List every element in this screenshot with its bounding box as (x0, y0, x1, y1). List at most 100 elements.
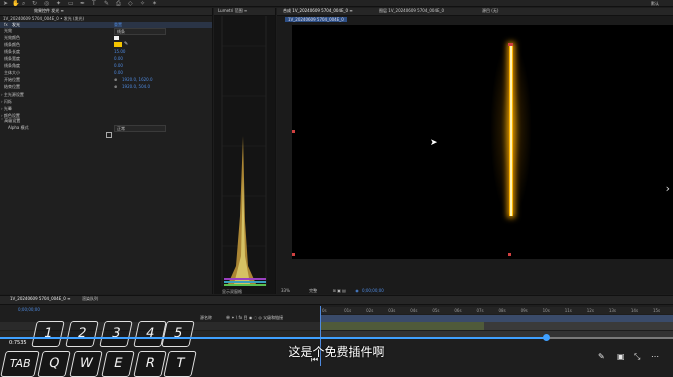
fx-icon[interactable]: fx (4, 22, 8, 27)
layer-bar-1[interactable] (320, 322, 484, 330)
scope-tab[interactable]: Lumetri 范围 ≡ (214, 8, 275, 16)
stamp-tool-icon[interactable]: ⎙ (116, 0, 121, 7)
corner-handle[interactable] (292, 253, 295, 256)
color-checkbox[interactable] (114, 36, 119, 40)
checkbox-row[interactable] (106, 132, 112, 138)
property-row[interactable]: 线条角度 0.00 (4, 63, 123, 69)
mouse-cursor-icon: ➤ (430, 138, 438, 148)
render-queue-tab[interactable]: 渲染队列 (82, 296, 98, 301)
layer-bar-1-tail (484, 322, 673, 330)
property-value[interactable]: 0.00 (114, 63, 123, 68)
group-label: 高级设置 (4, 118, 21, 123)
puppet-tool-icon[interactable]: ✶ (152, 0, 157, 7)
text-tool-icon[interactable]: T (92, 0, 96, 7)
rotate-tool-icon[interactable]: ↻ (32, 0, 37, 7)
zoom-tool-icon[interactable]: ⌕ (22, 0, 25, 7)
alpha-row[interactable]: Alpha 模式 正常 (8, 125, 168, 132)
video-progress-fill (0, 337, 547, 339)
property-row[interactable]: 线条颜色 ✎ (4, 42, 128, 48)
pencil-icon[interactable]: ✎ (598, 353, 605, 361)
property-row[interactable]: 光效 线条 (4, 28, 166, 35)
roto-tool-icon[interactable]: ✧ (140, 0, 145, 7)
quality-dropdown[interactable]: 完整 (309, 288, 317, 293)
property-value[interactable]: 15.00 (114, 49, 125, 54)
ruler-tick-label: 07s (476, 308, 484, 313)
more-icon[interactable]: ⋯ (651, 353, 659, 361)
pen-tool-icon[interactable]: ✒ (80, 0, 85, 7)
reset-button[interactable]: 重置 (114, 22, 122, 27)
brush-tool-icon[interactable]: ✎ (104, 0, 109, 7)
comp-chip[interactable]: 1V_20240609 5704_004E_0 (285, 17, 347, 22)
checkbox[interactable] (106, 132, 112, 138)
light-type-dropdown[interactable]: 线条 (114, 28, 166, 35)
grid-icon[interactable]: ⊞ ▣ ▤ (332, 288, 345, 293)
property-row[interactable]: 线条宽度 0.00 (4, 56, 123, 62)
advanced-settings: ˅ 高级设置 Alpha 模式 正常 (0, 118, 212, 140)
ruler-tick-label: 14s (630, 308, 639, 313)
crosshair-icon[interactable]: ⊕ (114, 77, 117, 82)
selection-tool-icon[interactable]: ➤ (3, 0, 8, 7)
group-row[interactable]: ˅ 高级设置 (1, 118, 20, 124)
workspace-label[interactable]: 默认 (651, 1, 659, 6)
left-handle[interactable] (292, 130, 295, 133)
timeline-tab[interactable]: 1V_20240609 5704_004E_0 ≡ (10, 296, 70, 301)
eraser-tool-icon[interactable]: ◇ (128, 0, 133, 7)
ruler-tick-label: 09s (520, 308, 528, 313)
waveform-scope (221, 16, 267, 286)
property-label: 光效 (4, 28, 12, 33)
property-row[interactable]: 主体大小 0.00 (4, 70, 123, 76)
lumetri-scope-panel: Lumetri 范围 ≡ (214, 8, 276, 294)
source-tab[interactable]: 源目 (无) (482, 8, 498, 13)
chevron-right-icon[interactable]: › (666, 182, 670, 195)
layer-tab[interactable]: 图层 1V_20240609 5704_004E_0 (379, 8, 444, 13)
composition-tab[interactable]: 合成 1V_20240609 5704_004E_0 ≡ (283, 8, 353, 13)
group-row[interactable]: › 主光源设置 (1, 92, 24, 98)
pip-icon[interactable]: ▣ (617, 353, 625, 361)
property-value[interactable]: 1920.0, 1620.0 (122, 77, 153, 82)
zoom-dropdown[interactable]: 33% (281, 288, 290, 293)
property-value[interactable]: 1920.0, 504.0 (122, 84, 150, 89)
line-color-swatch[interactable] (114, 42, 122, 47)
effect-controls-panel: 效果控件 发光 ≡ 1V_20240609 5704_004E_0 • 发光 (… (0, 8, 213, 294)
exit-fullscreen-icon[interactable]: ⤡ (634, 353, 640, 361)
camera-icon[interactable]: ◉ (355, 288, 359, 293)
ruler-tick-label: 05s (432, 308, 440, 313)
tools-toolbar: ➤ ✋ ⌕ ↻ ◎ ✦ ▭ ✒ T ✎ ⎙ ◇ ✧ ✶ 默认 (0, 0, 673, 7)
composition-viewer[interactable]: ➤ (292, 25, 673, 259)
end-handle[interactable] (508, 253, 511, 256)
column-header-source: 源名称 (200, 315, 212, 320)
group-label: 光晕 (3, 106, 12, 111)
eyedropper-icon[interactable]: ✎ (124, 42, 128, 47)
scope-tab-label[interactable]: Lumetri 范围 ≡ (218, 8, 247, 13)
ruler-tick-label: 04s (410, 308, 418, 313)
scope-footer[interactable]: 显示双窗格 (222, 289, 242, 294)
pan-behind-tool-icon[interactable]: ✦ (56, 0, 61, 7)
property-value[interactable]: 0.00 (114, 56, 123, 61)
effect-controls-tab-label[interactable]: 效果控件 发光 ≡ (34, 8, 64, 13)
ruler-tick-label: 15s (652, 308, 661, 313)
property-row[interactable]: 线条长度 15.00 (4, 49, 125, 55)
start-handle[interactable] (508, 43, 513, 46)
group-row[interactable]: › 光晕 (1, 106, 12, 112)
effect-controls-tab[interactable]: 效果控件 发光 ≡ (0, 8, 212, 16)
property-row[interactable]: 结束位置 ⊕ 1920.0, 504.0 (4, 84, 150, 90)
shape-tool-icon[interactable]: ▭ (68, 0, 74, 7)
video-progress-thumb[interactable] (543, 334, 550, 341)
property-label: 线条宽度 (4, 56, 20, 61)
timeline-timecode[interactable]: 0;00;00;00 (18, 307, 40, 312)
group-row[interactable]: › 闪烁 (1, 99, 12, 105)
prev-icon[interactable]: ⏮ (311, 356, 318, 364)
hand-tool-icon[interactable]: ✋ (12, 0, 19, 7)
property-row[interactable]: 开始位置 ⊕ 1920.0, 1620.0 (4, 77, 153, 83)
viewer-timecode[interactable]: 0;00;00;00 (362, 288, 384, 293)
alpha-dropdown[interactable]: 正常 (114, 125, 166, 132)
work-area-bar[interactable] (320, 315, 673, 322)
time-ruler[interactable]: 0s 01s 02s 03s 04s 05s 06s 07s 08s 09s 10s 11s 12s 13… (320, 307, 673, 314)
camera-tool-icon[interactable]: ◎ (44, 0, 49, 7)
crosshair-icon[interactable]: ⊕ (114, 84, 117, 89)
composition-tabs: 合成 1V_20240609 5704_004E_0 ≡ 图层 1V_20240… (277, 8, 673, 16)
composition-panel: 合成 1V_20240609 5704_004E_0 ≡ 图层 1V_20240… (277, 8, 673, 294)
property-row[interactable]: 光效颜色 (4, 35, 119, 41)
ruler-tick-label: 06s (454, 308, 462, 313)
property-value[interactable]: 0.00 (114, 70, 123, 75)
